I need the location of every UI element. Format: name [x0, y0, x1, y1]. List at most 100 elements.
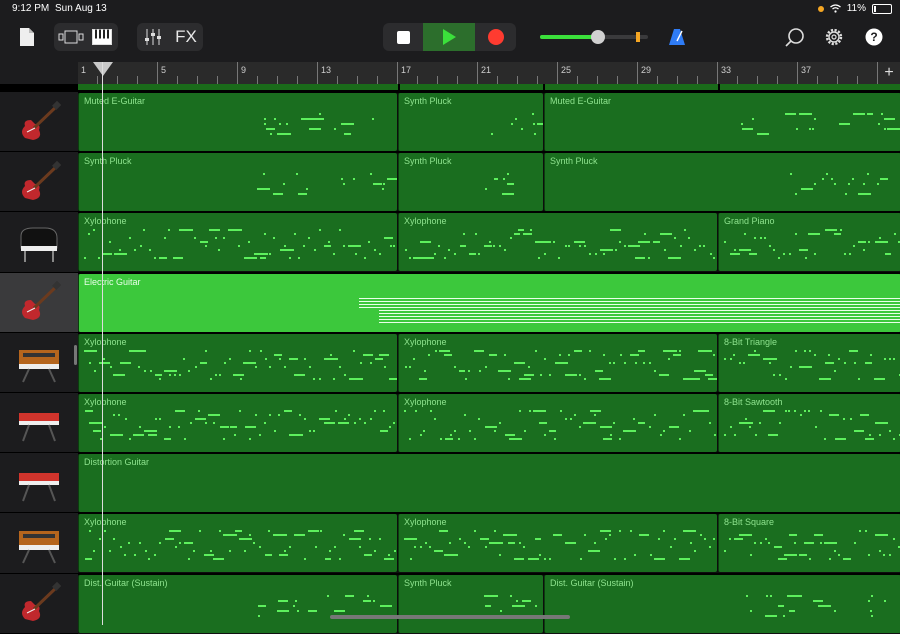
ruler-tick — [717, 62, 718, 84]
track-lane[interactable]: Xylophone Xylophone 8-Bit Sawtooth — [78, 394, 900, 453]
region-label: Xylophone — [84, 517, 127, 528]
region-label: Dist. Guitar (Sustain) — [550, 577, 634, 588]
master-volume-slider[interactable] — [540, 30, 648, 44]
ruler-tick — [417, 76, 418, 84]
volume-fill — [540, 35, 599, 39]
playhead[interactable] — [102, 62, 103, 625]
region[interactable]: Dist. Guitar (Sustain) — [544, 574, 900, 633]
status-date: Sun Aug 13 — [55, 3, 107, 14]
track-header[interactable] — [0, 212, 78, 273]
region[interactable]: Synth Pluck — [78, 153, 397, 212]
region[interactable]: Synth Pluck — [398, 93, 543, 151]
status-bar: 9:12 PM Sun Aug 13 11% — [0, 0, 900, 18]
bar-number: 5 — [161, 65, 167, 75]
ruler-tick — [397, 62, 398, 84]
track-header[interactable] — [0, 332, 78, 393]
region[interactable]: Grand Piano — [718, 213, 900, 272]
tracks-view-icon — [58, 30, 84, 44]
region-label: Distortion Guitar — [84, 457, 150, 468]
region[interactable]: Electric Guitar — [78, 273, 900, 332]
timeline-ruler[interactable]: 37 33 29 25 21 17 13 9 5 1 + — [78, 62, 900, 85]
bar-number: 25 — [561, 65, 572, 75]
region[interactable]: Xylophone — [398, 213, 717, 272]
ruler-tick — [97, 76, 98, 84]
home-indicator — [330, 615, 570, 619]
tracks-view-button[interactable] — [56, 24, 86, 50]
play-button[interactable] — [423, 23, 475, 51]
bar-number: 29 — [641, 65, 652, 75]
my-songs-button[interactable] — [14, 24, 40, 50]
region-label: 8-Bit Triangle — [724, 336, 778, 347]
region[interactable]: Distortion Guitar — [78, 454, 900, 513]
track-header[interactable] — [0, 152, 78, 213]
bar-number: 13 — [321, 65, 332, 75]
wifi-icon — [829, 4, 841, 13]
battery-percent: 11% — [846, 3, 866, 14]
region[interactable]: 8-Bit Triangle — [718, 333, 900, 392]
stop-button[interactable] — [383, 23, 423, 51]
track-lane[interactable]: Synth Pluck Synth Pluck Synth Pluck — [78, 153, 900, 212]
region[interactable]: Xylophone — [78, 333, 397, 392]
settings-button[interactable] — [821, 24, 847, 50]
region-label: Electric Guitar — [84, 276, 141, 287]
region-label: Synth Pluck — [404, 577, 452, 588]
loop-icon — [785, 28, 804, 47]
region[interactable]: Xylophone — [398, 394, 717, 452]
ruler-tick — [497, 76, 498, 84]
bar-number: 21 — [481, 65, 492, 75]
mixer-button[interactable] — [139, 24, 167, 50]
region-label: Dist. Guitar (Sustain) — [84, 577, 168, 588]
region[interactable]: Synth Pluck — [398, 153, 543, 212]
track-lane[interactable]: Muted E-Guitar Synth Pluck Muted E-Guitar — [78, 93, 900, 152]
record-button[interactable] — [475, 23, 516, 51]
track-header[interactable] — [0, 272, 78, 333]
region[interactable]: 8-Bit Sawtooth — [718, 394, 900, 452]
region[interactable]: Xylophone — [78, 394, 397, 452]
ruler-tick — [317, 62, 318, 84]
region[interactable]: Muted E-Guitar — [544, 93, 900, 151]
track-lane[interactable]: Distortion Guitar — [78, 454, 900, 513]
region[interactable]: Muted E-Guitar — [78, 93, 397, 151]
ruler-tick — [837, 76, 838, 84]
region[interactable]: Xylophone — [78, 514, 397, 573]
track-lane[interactable]: Xylophone Xylophone 8-Bit Square — [78, 514, 900, 573]
track-header[interactable] — [0, 453, 78, 514]
loop-browser-button[interactable] — [781, 24, 809, 50]
ruler-tick — [697, 76, 698, 84]
track-header[interactable] — [0, 513, 78, 574]
ruler-tick — [577, 76, 578, 84]
track-header[interactable] — [0, 92, 78, 153]
ruler-corner — [0, 62, 78, 84]
help-button[interactable]: ? — [861, 24, 887, 50]
ruler-tick — [777, 76, 778, 84]
track-header-resize-handle[interactable] — [74, 345, 77, 365]
region[interactable]: Xylophone — [398, 514, 717, 573]
ruler-tick — [597, 76, 598, 84]
keyboard-button[interactable] — [88, 24, 116, 50]
ruler-tick — [877, 62, 878, 84]
region-label: Muted E-Guitar — [84, 96, 146, 106]
track-header[interactable] — [0, 393, 78, 454]
region[interactable]: Xylophone — [78, 213, 397, 272]
ruler-tick — [737, 76, 738, 84]
metronome-button[interactable] — [664, 24, 690, 50]
region[interactable]: Xylophone — [398, 333, 717, 392]
playhead-handle[interactable] — [93, 62, 113, 76]
region[interactable]: Synth Pluck — [544, 153, 900, 212]
ruler-tick — [197, 76, 198, 84]
ruler-tick — [757, 76, 758, 84]
track-lane[interactable]: Electric Guitar — [78, 273, 900, 332]
add-section-button[interactable]: + — [877, 62, 900, 84]
fx-button[interactable]: FX — [171, 24, 201, 50]
red-keyboard-icon — [19, 412, 59, 441]
ruler-tick — [857, 76, 858, 84]
ruler-tick — [357, 76, 358, 84]
region[interactable]: Synth Pluck — [398, 574, 543, 633]
track-lane[interactable]: Xylophone Xylophone 8-Bit Triangle — [78, 333, 900, 392]
volume-knob[interactable] — [591, 30, 606, 44]
region[interactable]: 8-Bit Square — [718, 514, 900, 573]
status-time: 9:12 PM — [12, 3, 50, 14]
track-lane[interactable]: Xylophone Xylophone Grand Piano — [78, 213, 900, 272]
track-lane[interactable]: Dist. Guitar (Sustain) Synth Pluck Dist. G… — [78, 574, 900, 633]
region[interactable]: Dist. Guitar (Sustain) — [78, 574, 397, 633]
